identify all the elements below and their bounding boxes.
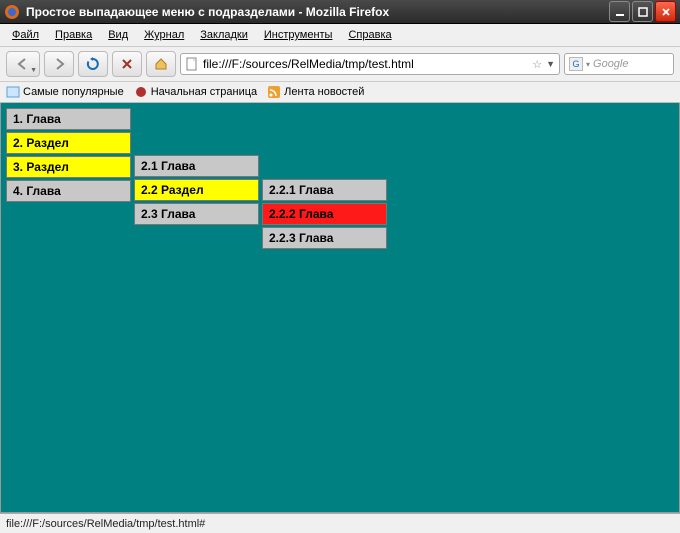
page-content: 1. Глава 2. Раздел 3. Раздел 4. Глава 2.… xyxy=(0,103,680,513)
page-icon xyxy=(185,57,199,71)
url-text: file:///F:/sources/RelMedia/tmp/test.htm… xyxy=(203,57,528,71)
dropdown-level-1: 2.1 Глава 2.2 Раздел 2.3 Глава xyxy=(134,155,259,227)
menu-view[interactable]: Вид xyxy=(102,27,134,43)
bookmark-popular[interactable]: Самые популярные xyxy=(6,85,124,99)
popular-icon xyxy=(6,85,20,99)
menu-item-2-2[interactable]: 2.2 Раздел xyxy=(134,179,259,201)
search-input[interactable]: Google xyxy=(593,58,669,70)
maximize-button[interactable] xyxy=(632,1,653,22)
bookmark-star-icon[interactable]: ☆ xyxy=(532,58,542,71)
window-controls xyxy=(609,1,676,22)
dropdown-level-2: 2.2.1 Глава 2.2.2 Глава 2.2.3 Глава xyxy=(262,179,387,251)
menu-item-2[interactable]: 2. Раздел xyxy=(6,132,131,154)
menu-item-2-2-3[interactable]: 2.2.3 Глава xyxy=(262,227,387,249)
menu-item-4[interactable]: 4. Глава xyxy=(6,180,131,202)
menu-item-2-2-2[interactable]: 2.2.2 Глава xyxy=(262,203,387,225)
window-title: Простое выпадающее меню с подразделами -… xyxy=(24,5,609,19)
search-engine-dropdown-icon[interactable]: ▾ xyxy=(586,60,590,69)
firefox-icon xyxy=(4,4,20,20)
forward-button[interactable] xyxy=(44,51,74,77)
menu-item-2-3[interactable]: 2.3 Глава xyxy=(134,203,259,225)
reload-button[interactable] xyxy=(78,51,108,77)
back-button[interactable]: ▼ xyxy=(6,51,40,77)
bookmark-label: Начальная страница xyxy=(151,86,257,98)
bookmark-label: Самые популярные xyxy=(23,86,124,98)
rss-icon xyxy=(267,85,281,99)
menu-item-2-2-1[interactable]: 2.2.1 Глава xyxy=(262,179,387,201)
startpage-icon xyxy=(134,85,148,99)
menu-file[interactable]: Файл xyxy=(6,27,45,43)
menu-tools[interactable]: Инструменты xyxy=(258,27,339,43)
menu-item-3[interactable]: 3. Раздел xyxy=(6,156,131,178)
titlebar: Простое выпадающее меню с подразделами -… xyxy=(0,0,680,24)
url-dropdown-icon[interactable]: ▼ xyxy=(546,59,555,69)
bookmark-label: Лента новостей xyxy=(284,86,364,98)
bookmark-startpage[interactable]: Начальная страница xyxy=(134,85,257,99)
google-icon: G xyxy=(569,57,583,71)
nav-toolbar: ▼ file:///F:/sources/RelMedia/tmp/test.h… xyxy=(0,47,680,82)
minimize-button[interactable] xyxy=(609,1,630,22)
bookmarks-toolbar: Самые популярные Начальная страница Лент… xyxy=(0,82,680,103)
stop-button[interactable] xyxy=(112,51,142,77)
statusbar: file:///F:/sources/RelMedia/tmp/test.htm… xyxy=(0,513,680,533)
menu-edit[interactable]: Правка xyxy=(49,27,98,43)
menu-bookmarks[interactable]: Закладки xyxy=(194,27,254,43)
search-bar[interactable]: G ▾ Google xyxy=(564,53,674,75)
menu-history[interactable]: Журнал xyxy=(138,27,190,43)
dropdown-level-0: 1. Глава 2. Раздел 3. Раздел 4. Глава xyxy=(6,108,131,204)
chevron-down-icon: ▼ xyxy=(30,67,37,74)
status-text: file:///F:/sources/RelMedia/tmp/test.htm… xyxy=(6,518,205,530)
menubar: Файл Правка Вид Журнал Закладки Инструме… xyxy=(0,24,680,47)
url-bar[interactable]: file:///F:/sources/RelMedia/tmp/test.htm… xyxy=(180,53,560,75)
bookmark-news[interactable]: Лента новостей xyxy=(267,85,364,99)
menu-item-2-1[interactable]: 2.1 Глава xyxy=(134,155,259,177)
menu-help[interactable]: Справка xyxy=(342,27,397,43)
menu-item-1[interactable]: 1. Глава xyxy=(6,108,131,130)
close-button[interactable] xyxy=(655,1,676,22)
home-button[interactable] xyxy=(146,51,176,77)
